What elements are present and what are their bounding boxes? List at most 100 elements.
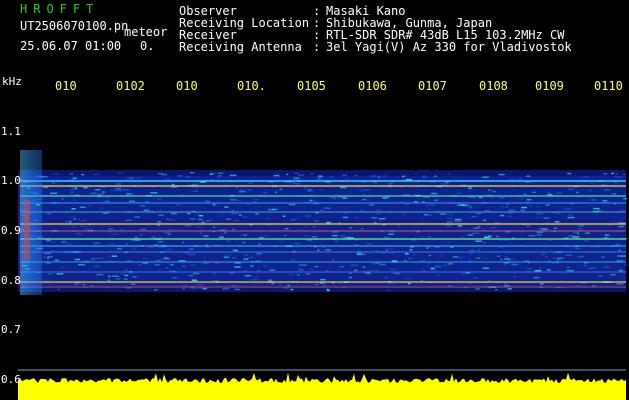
- noise-speck: [247, 189, 252, 192]
- noise-speck: [198, 218, 203, 221]
- noise-speck: [459, 236, 464, 238]
- noise-speck: [455, 192, 463, 195]
- noise-speck: [539, 267, 542, 269]
- noise-speck: [43, 256, 46, 259]
- noise-speck: [469, 206, 473, 209]
- noise-speck: [268, 181, 274, 184]
- noise-speck: [469, 252, 474, 255]
- noise-speck: [232, 228, 235, 230]
- noise-speck: [445, 181, 450, 184]
- noise-speck: [164, 178, 172, 180]
- noise-speck: [231, 209, 235, 212]
- noise-speck: [194, 213, 199, 216]
- noise-speck: [154, 289, 158, 291]
- noise-speck: [82, 283, 85, 286]
- noise-speck: [468, 187, 472, 190]
- noise-speck: [610, 273, 616, 276]
- noise-speck: [111, 233, 118, 235]
- noise-speck: [468, 234, 474, 236]
- noise-speck: [471, 215, 477, 218]
- noise-speck: [202, 262, 210, 265]
- noise-speck: [491, 190, 496, 193]
- noise-speck: [128, 177, 135, 179]
- noise-speck: [140, 205, 146, 207]
- noise-speck: [94, 193, 101, 196]
- noise-speck: [244, 254, 249, 256]
- noise-speck: [526, 268, 533, 270]
- noise-speck: [128, 200, 135, 203]
- noise-speck: [593, 207, 600, 210]
- noise-speck: [143, 209, 149, 211]
- noise-speck: [182, 288, 186, 290]
- noise-speck: [388, 233, 394, 235]
- noise-speck: [411, 240, 418, 242]
- noise-speck: [104, 200, 110, 203]
- noise-speck: [203, 235, 209, 237]
- noise-speck: [263, 235, 270, 237]
- noise-speck: [556, 258, 561, 261]
- noise-speck: [354, 174, 358, 177]
- noise-speck: [507, 215, 513, 218]
- noise-speck: [324, 207, 331, 209]
- noise-speck: [243, 234, 247, 236]
- noise-speck: [159, 209, 163, 211]
- meteor-label: meteor: [124, 25, 168, 39]
- noise-speck: [333, 198, 337, 200]
- noise-speck: [590, 198, 596, 201]
- noise-speck: [602, 199, 608, 202]
- noise-speck: [425, 205, 429, 207]
- noise-speck: [172, 228, 179, 231]
- noise-speck: [613, 181, 618, 184]
- noise-speck: [123, 278, 128, 280]
- noise-speck: [403, 259, 407, 262]
- noise-speck: [188, 253, 195, 256]
- noise-speck: [234, 288, 241, 291]
- noise-speck: [535, 217, 538, 219]
- noise-speck: [546, 269, 551, 271]
- noise-speck: [342, 174, 348, 177]
- noise-speck: [158, 241, 163, 243]
- noise-speck: [49, 241, 57, 243]
- y-tick-0-7: 0.7: [1, 323, 21, 336]
- noise-speck: [422, 175, 427, 177]
- noise-speck: [434, 265, 442, 268]
- noise-speck: [565, 208, 572, 210]
- noise-speck: [114, 189, 119, 192]
- noise-speck: [384, 276, 388, 279]
- noise-speck: [255, 213, 259, 215]
- noise-speck: [567, 172, 572, 175]
- noise-speck: [283, 234, 287, 237]
- noise-speck: [566, 269, 574, 272]
- noise-speck: [257, 269, 261, 272]
- noise-speck: [621, 209, 626, 212]
- noise-speck: [325, 249, 331, 251]
- noise-speck: [615, 173, 618, 175]
- noise-speck: [294, 172, 299, 175]
- noise-speck: [427, 236, 432, 238]
- noise-speck: [234, 219, 240, 222]
- y-tick-0-6: 0.6: [1, 373, 21, 386]
- noise-speck: [338, 221, 341, 224]
- noise-speck: [278, 240, 285, 242]
- noise-speck: [604, 234, 610, 236]
- noise-speck: [365, 270, 373, 272]
- noise-speck: [205, 200, 210, 203]
- noise-speck: [102, 212, 109, 215]
- noise-speck: [303, 235, 310, 237]
- noise-speck: [447, 241, 450, 243]
- noise-speck: [547, 191, 550, 194]
- noise-speck: [334, 240, 338, 242]
- noise-speck: [208, 178, 215, 181]
- noise-speck: [498, 197, 506, 199]
- noise-speck: [362, 266, 366, 268]
- noise-speck: [585, 232, 590, 234]
- noise-speck: [108, 275, 111, 278]
- noise-speck: [247, 256, 255, 259]
- noise-speck: [203, 256, 207, 258]
- noise-speck: [313, 200, 318, 203]
- noise-speck: [258, 243, 262, 245]
- noise-speck: [349, 227, 353, 229]
- noise-speck: [226, 240, 231, 242]
- noise-speck: [526, 198, 532, 201]
- noise-speck: [370, 217, 378, 219]
